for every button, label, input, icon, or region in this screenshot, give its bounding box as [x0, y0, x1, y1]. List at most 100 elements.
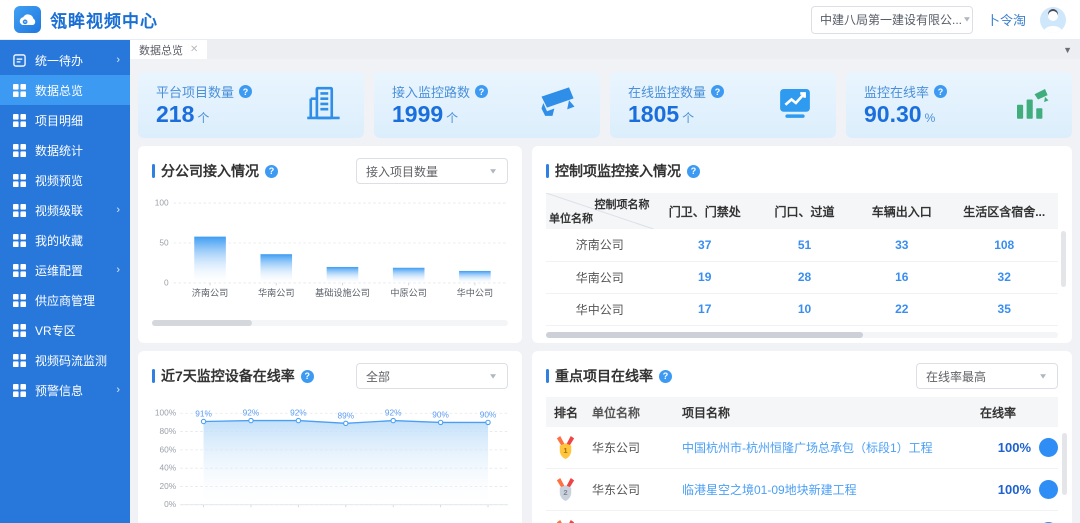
online-rate-filter-select[interactable]: 全部 ▼ — [356, 363, 508, 389]
sidebar-item-2[interactable]: 项目明细 — [0, 105, 130, 135]
user-name[interactable]: 卜令淘 — [987, 10, 1026, 29]
branch-access-filter-select[interactable]: 接入项目数量 ▼ — [356, 158, 508, 184]
stat-card-label: 接入监控路数 — [392, 82, 470, 101]
key-projects-sort-select[interactable]: 在线率最高 ▼ — [916, 363, 1058, 389]
trend-board-icon — [774, 82, 816, 129]
online-rate-area-chart: 100%80%60%40%20%0%91%92%92%89%92%90%90% — [152, 389, 508, 523]
project-link[interactable]: 中国杭州市-杭州恒隆广场总承包（标段1）工程 — [682, 439, 980, 456]
svg-text:89%: 89% — [337, 410, 354, 420]
sidebar-item-0[interactable]: 统一待办› — [0, 45, 130, 75]
value-cell[interactable]: 10 — [756, 293, 853, 325]
grid-icon — [13, 384, 26, 397]
column-header: 排名 — [546, 404, 592, 421]
tab-data-overview[interactable]: 数据总览 ✕ — [130, 40, 207, 59]
value-cell[interactable]: 33 — [853, 229, 950, 261]
value-cell[interactable]: 37 — [654, 229, 756, 261]
sidebar-item-10[interactable]: 视频码流监测 — [0, 345, 130, 375]
chevron-right-icon: › — [116, 264, 120, 276]
online-rate-value: 100% — [998, 482, 1031, 497]
value-cell[interactable]: 22 — [853, 293, 950, 325]
control-monitor-table: 控制项名称单位名称门卫、门禁处门口、过道车辆出入口生活区含宿舍... 济南公司3… — [546, 193, 1058, 326]
key-projects-header-row: 排名单位名称项目名称在线率 — [546, 397, 1058, 427]
svg-text:90%: 90% — [432, 409, 449, 419]
table-vertical-scrollbar[interactable] — [1061, 231, 1066, 287]
svg-text:2: 2 — [563, 488, 567, 497]
sidebar-item-label: 供应商管理 — [35, 292, 120, 309]
value-cell[interactable]: 32 — [950, 261, 1058, 293]
help-icon[interactable]: ? — [934, 85, 947, 98]
medal-rank-3-icon: 3 — [554, 519, 577, 523]
tab-list-dropdown-icon[interactable]: ▼ — [1063, 45, 1072, 55]
panel-key-projects: 重点项目在线率 ? 在线率最高 ▼ 排名单位名称项目名称在线率1华东公司中国杭州… — [532, 351, 1072, 523]
sidebar-item-3[interactable]: 数据统计 — [0, 135, 130, 165]
help-icon[interactable]: ? — [239, 85, 252, 98]
help-icon[interactable]: ? — [301, 370, 314, 383]
svg-text:中原公司: 中原公司 — [390, 287, 427, 298]
help-icon[interactable]: ? — [475, 85, 488, 98]
sidebar-item-1[interactable]: 数据总览 — [0, 75, 130, 105]
value-cell[interactable]: 16 — [853, 261, 950, 293]
stat-card-value: 218个 — [156, 101, 252, 127]
bar-chart-horizontal-scrollbar[interactable] — [152, 320, 508, 326]
column-header: 生活区含宿舍... — [950, 193, 1058, 229]
table-horizontal-scrollbar[interactable] — [546, 332, 1058, 338]
table-vertical-scrollbar[interactable] — [1062, 433, 1067, 495]
table-row: 2华东公司临港星空之境01-09地块新建工程100% — [546, 469, 1058, 511]
page-title: 瓴眸视频中心 — [50, 7, 158, 32]
grid-icon — [13, 354, 26, 367]
help-icon[interactable]: ? — [659, 370, 672, 383]
value-cell[interactable]: 51 — [756, 229, 853, 261]
column-header: 在线率 — [980, 404, 1058, 421]
main-content: 平台项目数量?218个接入监控路数?1999个在线监控数量?1805个监控在线率… — [130, 59, 1080, 523]
stat-card-2: 在线监控数量?1805个 — [610, 72, 836, 138]
scrollbar-thumb[interactable] — [546, 332, 863, 338]
svg-text:90%: 90% — [480, 409, 497, 419]
sidebar-item-5[interactable]: 视频级联› — [0, 195, 130, 225]
value-cell[interactable]: 19 — [654, 261, 756, 293]
stat-card-1: 接入监控路数?1999个 — [374, 72, 600, 138]
column-header: 单位名称 — [592, 404, 682, 421]
sidebar-item-9[interactable]: VR专区 — [0, 315, 130, 345]
help-icon[interactable]: ? — [265, 165, 278, 178]
value-cell[interactable]: 35 — [950, 293, 1058, 325]
organization-select[interactable]: 中建八局第一建设有限公... ▼ — [811, 6, 973, 34]
chevron-down-icon: ▼ — [1038, 372, 1048, 380]
close-icon[interactable]: ✕ — [190, 44, 198, 55]
sidebar-item-11[interactable]: 预警信息› — [0, 375, 130, 405]
svg-text:92%: 92% — [385, 408, 402, 418]
todo-icon — [13, 54, 26, 67]
svg-text:92%: 92% — [243, 408, 260, 418]
sidebar-item-7[interactable]: 运维配置› — [0, 255, 130, 285]
table-row: 1华东公司中国杭州市-杭州恒隆广场总承包（标段1）工程100% — [546, 427, 1058, 469]
scrollbar-thumb[interactable] — [152, 320, 252, 326]
value-cell[interactable]: 108 — [950, 229, 1058, 261]
help-icon[interactable]: ? — [687, 165, 700, 178]
svg-text:1: 1 — [563, 446, 568, 455]
sidebar-item-8[interactable]: 供应商管理 — [0, 285, 130, 315]
sidebar-item-label: 运维配置 — [35, 262, 116, 279]
sidebar-item-4[interactable]: 视频预览 — [0, 165, 130, 195]
chevron-right-icon: › — [116, 384, 120, 396]
svg-text:华中公司: 华中公司 — [457, 287, 494, 298]
unit-name-cell: 华南公司 — [546, 261, 654, 293]
sidebar-item-label: 视频级联 — [35, 202, 116, 219]
help-icon[interactable]: ? — [711, 85, 724, 98]
online-rate-pie — [1039, 480, 1058, 499]
sidebar-item-6[interactable]: 我的收藏 — [0, 225, 130, 255]
panel-title-7day-online-rate: 近7天监控设备在线率 ? — [152, 366, 314, 386]
stat-card-value: 90.30% — [864, 101, 947, 127]
value-cell[interactable]: 17 — [654, 293, 756, 325]
grid-icon — [13, 264, 26, 277]
grid-icon — [13, 294, 26, 307]
medal-rank-2-icon: 2 — [554, 477, 577, 502]
online-rate-pie — [1039, 438, 1058, 457]
chevron-down-icon: ▼ — [962, 15, 972, 23]
svg-text:100%: 100% — [155, 408, 177, 418]
project-link[interactable]: 临港星空之境01-09地块新建工程 — [682, 481, 980, 498]
avatar[interactable] — [1040, 7, 1066, 33]
green-bar-chart-icon — [1010, 82, 1052, 129]
value-cell[interactable]: 28 — [756, 261, 853, 293]
panel-title-control-monitor: 控制项监控接入情况 ? — [546, 161, 700, 181]
cloud-logo-icon — [18, 12, 37, 27]
organization-select-value: 中建八局第一建设有限公... — [820, 11, 962, 28]
